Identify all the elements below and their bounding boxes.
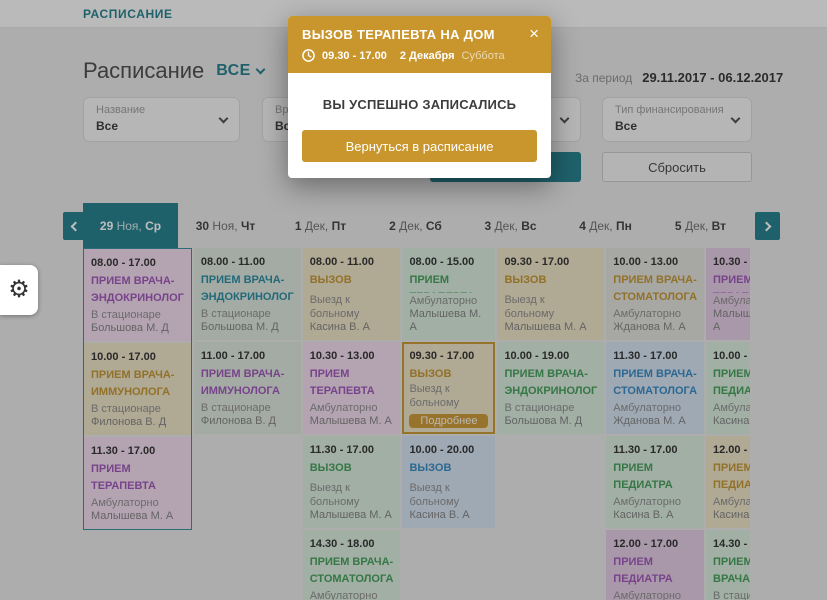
success-message: ВЫ УСПЕШНО ЗАПИСАЛИСЬ — [288, 73, 551, 130]
return-to-schedule-button[interactable]: Вернуться в расписание — [302, 130, 537, 162]
settings-panel[interactable]: ⚙ — [0, 265, 38, 315]
modal-weekday: Суббота — [462, 50, 505, 62]
clock-icon — [302, 49, 315, 62]
modal-subtitle: 09.30 - 17.00 2 Декабря Суббота — [302, 49, 539, 62]
modal-title: ВЫЗОВ ТЕРАПЕВТА НА ДОМ — [302, 27, 495, 42]
booking-modal: ВЫЗОВ ТЕРАПЕВТА НА ДОМ × 09.30 - 17.00 2… — [288, 16, 551, 178]
schedule-page: РАСПИСАНИЕ Расписание ВСЕ За период 29.1… — [0, 0, 827, 600]
close-icon[interactable]: × — [529, 27, 539, 41]
modal-header: ВЫЗОВ ТЕРАПЕВТА НА ДОМ × 09.30 - 17.00 2… — [288, 16, 551, 73]
gear-icon: ⚙ — [8, 278, 30, 302]
modal-date: 2 Декабря — [400, 50, 455, 62]
modal-time-range: 09.30 - 17.00 — [322, 50, 387, 62]
